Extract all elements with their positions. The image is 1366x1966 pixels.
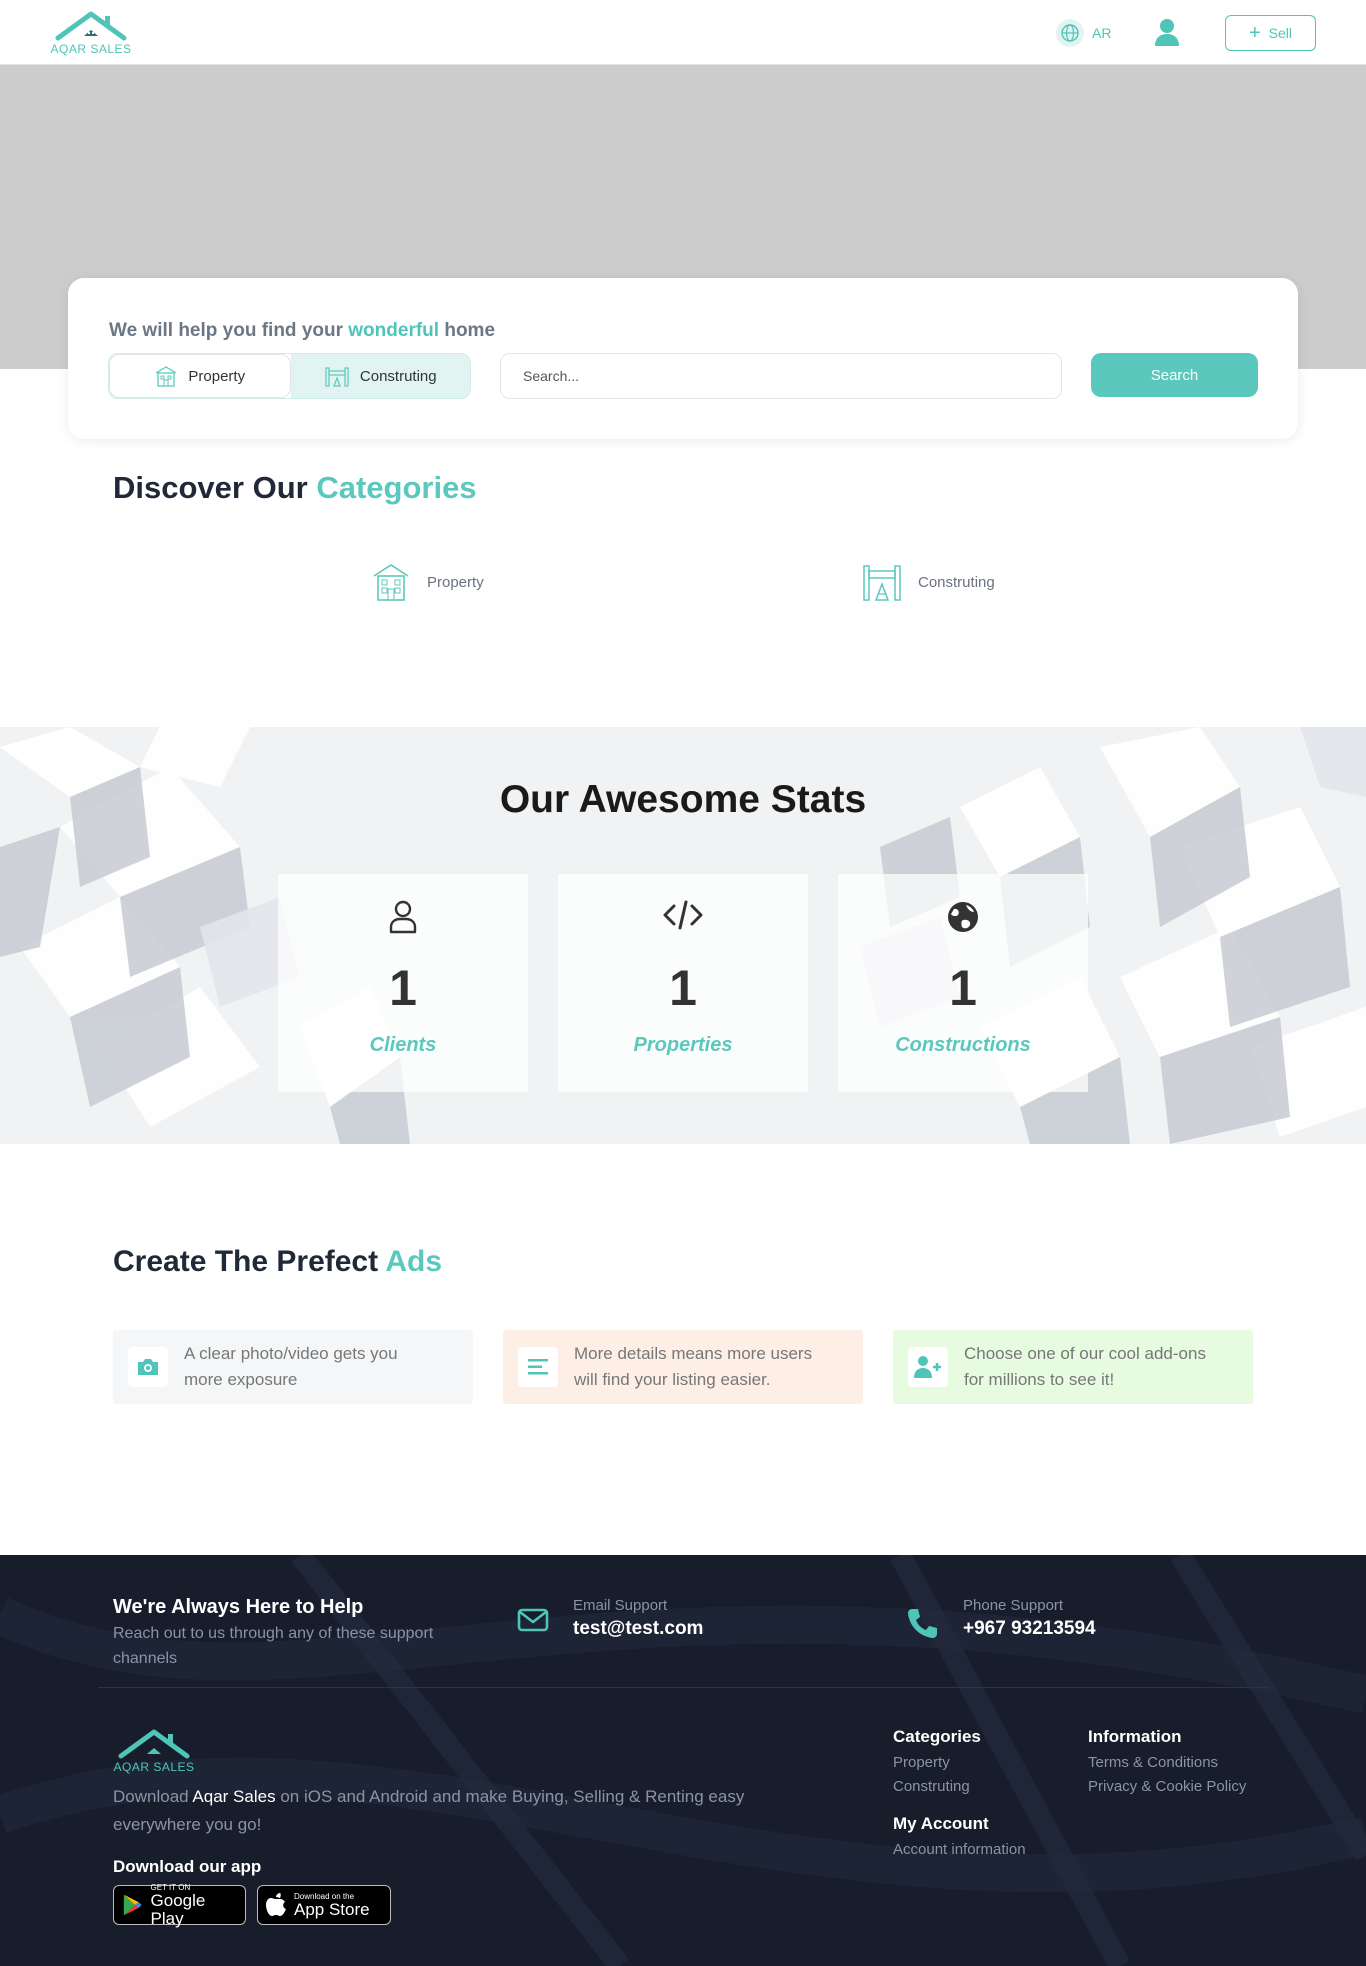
add-user-icon <box>908 1347 948 1387</box>
stat-card-properties: 1 Properties <box>558 874 808 1092</box>
search-card: We will help you find your wonderful hom… <box>68 278 1298 439</box>
phone-support[interactable]: Phone Support +967 93213594 <box>963 1597 1096 1640</box>
construction-icon <box>325 367 349 387</box>
footer: We're Always Here to Help Reach out to u… <box>0 1555 1366 1966</box>
email-value: test@test.com <box>573 1618 704 1639</box>
email-support[interactable]: Email Support test@test.com <box>573 1597 703 1640</box>
tip-line: More details means more users <box>574 1344 813 1363</box>
tip-line: will find your listing easier. <box>574 1370 771 1389</box>
globe-icon <box>948 902 978 932</box>
phone-icon <box>906 1607 938 1644</box>
stats-title: Our Awesome Stats <box>499 778 867 821</box>
help-title: We're Always Here to Help <box>113 1596 364 1618</box>
download-description: Download Aqar Sales on iOS and Android a… <box>113 1787 745 1834</box>
mail-icon <box>517 1607 549 1638</box>
download-title: Download our app <box>113 1857 262 1876</box>
category-construting[interactable]: Construting <box>862 562 995 602</box>
sell-button[interactable]: + Sell <box>1225 15 1316 51</box>
stat-value: 1 <box>669 960 697 1016</box>
ad-tip-addons: Choose one of our cool add-ons for milli… <box>893 1330 1253 1404</box>
footer-link-construting[interactable]: Construting <box>893 1775 981 1799</box>
footer-link-account-information[interactable]: Account information <box>893 1838 1026 1862</box>
footer-categories: Categories Property Construting <box>893 1727 981 1799</box>
camera-icon <box>128 1347 168 1387</box>
apple-icon <box>266 1893 286 1916</box>
stat-value: 1 <box>949 960 977 1016</box>
phone-label: Phone Support <box>963 1597 1064 1614</box>
toggle-property[interactable]: Property <box>109 354 291 398</box>
code-icon <box>663 900 703 930</box>
brand-name: AQAR SALES <box>50 42 132 56</box>
search-input[interactable] <box>500 353 1062 399</box>
account-button[interactable] <box>1152 17 1182 47</box>
google-play-icon <box>123 1894 142 1916</box>
brand-logo[interactable]: AQAR SALES <box>50 8 132 58</box>
category-label: Construting <box>918 573 995 591</box>
ad-tip-details: More details means more users will find … <box>503 1330 863 1404</box>
phone-value: +967 93213594 <box>963 1618 1096 1639</box>
categories-title: Discover Our Categories <box>113 470 477 505</box>
globe-icon <box>1056 19 1084 47</box>
toggle-construting[interactable]: Construting <box>290 354 470 398</box>
help-subtitle: Reach out to us through any of these sup… <box>113 1625 434 1667</box>
stats-section: Our Awesome Stats 1 Clients 1 Properties <box>0 727 1366 1144</box>
footer-heading: Categories <box>893 1727 981 1746</box>
app-store-badge[interactable]: Download on the App Store <box>257 1885 391 1925</box>
listing-type-toggle: Property Construting <box>108 353 471 399</box>
ad-tip-photo: A clear photo/video gets you more exposu… <box>113 1330 473 1404</box>
house-roof-icon <box>55 11 127 41</box>
footer-divider <box>98 1687 1268 1688</box>
stat-label: Properties <box>633 1034 733 1056</box>
footer-heading: My Account <box>893 1814 989 1833</box>
list-icon <box>518 1347 558 1387</box>
search-button[interactable]: Search <box>1091 353 1258 397</box>
email-label: Email Support <box>573 1597 668 1614</box>
top-navbar: AQAR SALES AR + Sell <box>0 0 1366 65</box>
user-icon <box>1155 19 1179 46</box>
building-icon <box>373 564 409 601</box>
category-label: Property <box>427 573 484 591</box>
stat-card-constructions: 1 Constructions <box>838 874 1088 1092</box>
stat-card-clients: 1 Clients <box>278 874 528 1092</box>
google-play-badge[interactable]: GET IT ON Google Play <box>113 1883 246 1927</box>
footer-account: My Account Account information <box>893 1814 1026 1862</box>
construction-icon <box>863 565 901 601</box>
category-property[interactable]: Property <box>371 562 484 602</box>
footer-link-terms[interactable]: Terms & Conditions <box>1088 1751 1246 1775</box>
plus-icon: + <box>1248 22 1261 44</box>
building-icon <box>156 366 177 387</box>
ads-title: Create The Prefect Ads <box>113 1245 443 1278</box>
tip-line: more exposure <box>184 1370 298 1389</box>
footer-information: Information Terms & Conditions Privacy &… <box>1088 1727 1246 1799</box>
user-icon <box>389 900 417 934</box>
language-switcher[interactable]: AR <box>1056 19 1111 47</box>
stat-value: 1 <box>389 960 417 1016</box>
language-label: AR <box>1092 25 1112 41</box>
tip-line: A clear photo/video gets you <box>184 1344 398 1363</box>
footer-heading: Information <box>1088 1727 1182 1746</box>
footer-brand-name: AQAR SALES <box>113 1760 195 1774</box>
tip-line: for millions to see it! <box>964 1370 1115 1389</box>
house-roof-icon <box>118 1729 190 1759</box>
stat-label: Clients <box>369 1034 437 1056</box>
sell-label: Sell <box>1268 25 1293 41</box>
footer-link-property[interactable]: Property <box>893 1751 981 1775</box>
stat-label: Constructions <box>895 1034 1031 1056</box>
search-headline: We will help you find your wonderful hom… <box>109 320 496 341</box>
footer-logo[interactable]: AQAR SALES <box>113 1726 195 1778</box>
tip-line: Choose one of our cool add-ons <box>964 1344 1206 1363</box>
footer-link-privacy[interactable]: Privacy & Cookie Policy <box>1088 1775 1246 1799</box>
